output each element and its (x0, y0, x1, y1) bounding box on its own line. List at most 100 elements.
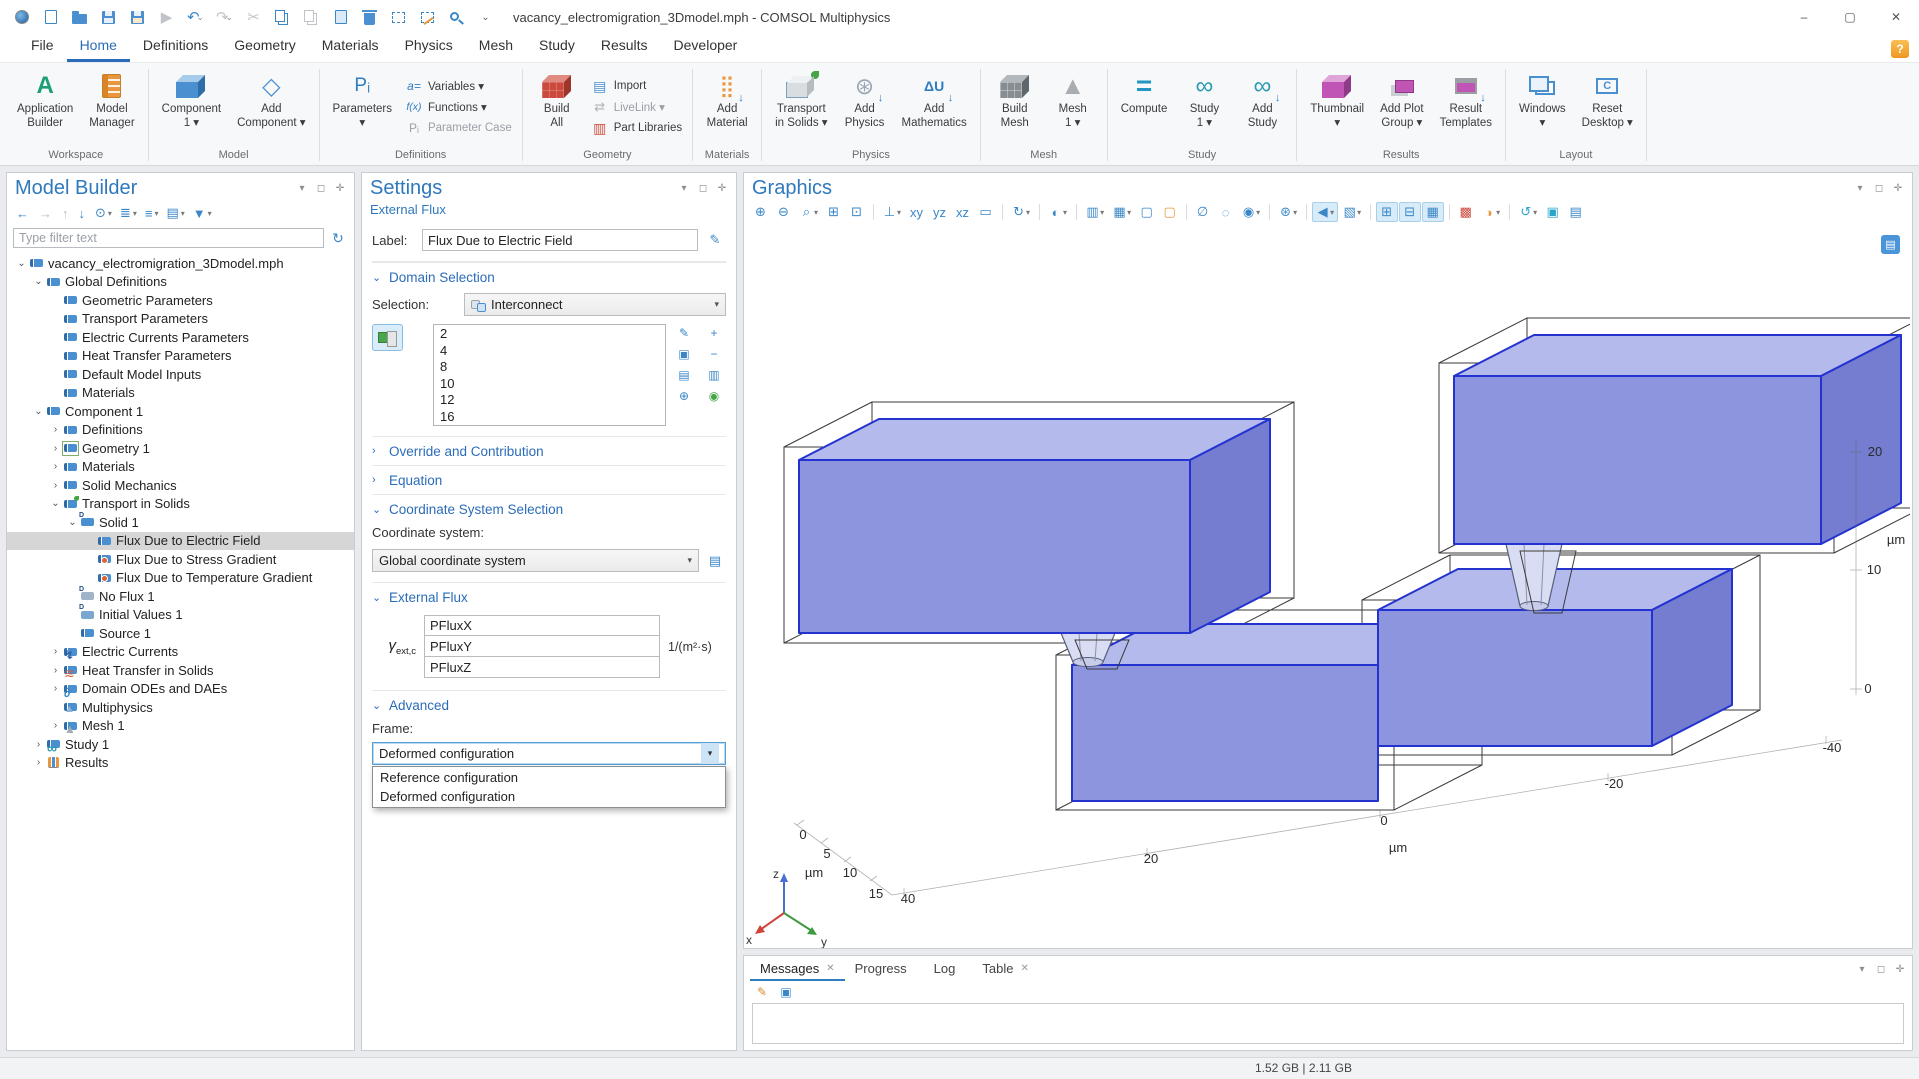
tree-item[interactable]: Flux Due to Temperature Gradient (7, 569, 354, 588)
result-templates-button[interactable]: Result Templates (1433, 67, 1499, 147)
tree-expander[interactable]: ⌄ (66, 517, 79, 528)
remove-from-selection-icon[interactable]: − (704, 345, 724, 363)
show-hidden-icon[interactable]: ◌ (1215, 202, 1237, 222)
maximize-button[interactable]: ▢ (1827, 0, 1873, 34)
pad-upper-right[interactable] (1454, 335, 1901, 544)
pad-upper-left[interactable] (799, 419, 1270, 633)
application-builder-button[interactable]: Application Builder (10, 67, 80, 147)
hide-selected-icon[interactable]: ∅ (1192, 202, 1214, 222)
clear-selection-icon[interactable]: ▢ (1159, 202, 1181, 222)
create-selection-icon[interactable]: ✎ (674, 324, 694, 342)
selection-color-icon[interactable]: ▩ (1455, 202, 1477, 222)
tree-expander[interactable]: ⌄ (15, 258, 28, 269)
scene-light-icon[interactable]: ◐▾ (1045, 202, 1071, 222)
expand-all-icon[interactable]: ≣▾ (117, 204, 140, 222)
flux-x-input[interactable] (424, 615, 660, 636)
tree-item[interactable]: ⌄ Global Definitions (7, 273, 354, 292)
go-to-xz-view-icon[interactable]: xz (952, 202, 974, 222)
tree-item[interactable]: Initial Values 1 (7, 606, 354, 625)
tree-item[interactable]: Flux Due to Stress Gradient (7, 550, 354, 569)
environment-icon[interactable]: ▧▾ (1339, 202, 1365, 222)
menu-tab-study[interactable]: Study (526, 33, 588, 62)
move-up-icon[interactable]: ↑ (59, 205, 74, 222)
menu-tab-definitions[interactable]: Definitions (130, 33, 221, 62)
dock-graphics-icon[interactable]: ⊞ (1376, 202, 1398, 222)
tree-item[interactable]: › Electric Currents (7, 643, 354, 662)
rotate-view-icon[interactable]: ↻▾ (1008, 202, 1034, 222)
close-button[interactable]: ✕ (1873, 0, 1919, 34)
close-tab-icon[interactable]: ✕ (826, 963, 834, 974)
update-plot-icon[interactable]: ↺▾ (1515, 202, 1541, 222)
open-file-icon[interactable] (66, 4, 93, 30)
label-input[interactable] (422, 229, 698, 251)
windows-button[interactable]: Windows ▾ (1512, 67, 1573, 147)
zoom-box-icon[interactable]: ⌕▾ (796, 202, 822, 222)
tree-expander[interactable]: › (49, 720, 62, 731)
import-button[interactable]: Import (591, 77, 682, 95)
sound-icon[interactable]: ◀▾ (1312, 202, 1338, 222)
pin-panel-icon[interactable]: ✛ (334, 183, 346, 194)
float-panel-icon[interactable]: ◻ (1875, 964, 1887, 975)
component-1-button[interactable]: Component 1 ▾ (155, 67, 228, 147)
section-coordinate-system[interactable]: ⌄ Coordinate System Selection (372, 494, 726, 523)
graphics-canvas[interactable]: 20 µm 10 0 -40 -20 0 µm 20 40 0 5 (744, 225, 1912, 948)
tree-item[interactable]: › Solid Mechanics (7, 476, 354, 495)
color-theme-icon[interactable]: ◑▾ (1478, 202, 1504, 222)
zoom-out-icon[interactable]: ⊖ (773, 202, 795, 222)
print-icon[interactable]: ▤ (1565, 202, 1587, 222)
section-override[interactable]: › Override and Contribution (372, 436, 726, 465)
add-study-button[interactable]: Add Study (1234, 67, 1290, 147)
minimize-button[interactable]: – (1781, 0, 1827, 34)
float-panel-icon[interactable]: ◻ (697, 183, 709, 194)
go-back-icon[interactable]: ← (13, 205, 34, 222)
domain-list-item[interactable]: 8 (434, 359, 665, 376)
frame-dropdown[interactable]: Deformed configuration ▾ (372, 742, 726, 765)
tree-item[interactable]: ⌄ Transport in Solids (7, 495, 354, 514)
tree-expander[interactable]: › (49, 443, 62, 454)
tree-expander[interactable]: › (49, 480, 62, 491)
zoom-extents-icon[interactable]: ⊞ (823, 202, 845, 222)
move-down-icon[interactable]: ↓ (76, 205, 91, 222)
interconnect-bar-right[interactable] (1378, 569, 1732, 746)
copy-selection-icon[interactable]: ▣ (674, 345, 694, 363)
tree-item[interactable]: Geometric Parameters (7, 291, 354, 310)
delete-icon[interactable] (356, 4, 383, 30)
select-objects-icon[interactable]: ▢ (1136, 202, 1158, 222)
tree-expander[interactable]: ⌄ (49, 498, 62, 509)
panel-menu-icon[interactable]: ▾ (678, 183, 690, 194)
tree-item[interactable]: ⌄ vacancy_electromigration_3Dmodel.mph (7, 254, 354, 273)
clear-selection-box-icon[interactable] (414, 4, 441, 30)
menu-tab-home[interactable]: Home (67, 33, 130, 62)
tree-item[interactable]: Default Model Inputs (7, 365, 354, 384)
tree-filter-input[interactable] (13, 228, 324, 248)
snapshot-icon[interactable]: ▥▾ (1082, 202, 1108, 222)
menu-tab-geometry[interactable]: Geometry (221, 33, 308, 62)
zoom-to-selection-icon[interactable]: ⊡ (846, 202, 868, 222)
reset-desktop-button[interactable]: Reset Desktop ▾ (1575, 67, 1640, 147)
report-icon[interactable]: ✎ (752, 983, 772, 1001)
tree-item[interactable]: Multiphysics (7, 698, 354, 717)
tree-item[interactable]: ⌄ Solid 1 (7, 513, 354, 532)
save-icon[interactable] (95, 4, 122, 30)
tab-progress[interactable]: Progress (845, 957, 924, 981)
build-all-button[interactable]: Build All (529, 67, 585, 147)
tree-expander[interactable]: › (49, 424, 62, 435)
go-to-yz-view-icon[interactable]: yz (929, 202, 951, 222)
pin-panel-icon[interactable]: ✛ (1892, 183, 1904, 194)
screenshot-icon[interactable]: ▣ (1542, 202, 1564, 222)
tree-expander[interactable]: ⌄ (32, 406, 45, 417)
dropdown-option[interactable]: Reference configuration (374, 768, 724, 787)
visibility-icon[interactable]: ◉ (704, 387, 724, 405)
duplicate-icon[interactable] (327, 4, 354, 30)
find-icon[interactable] (443, 4, 470, 30)
paste-selection-icon[interactable]: ▤ (674, 366, 694, 384)
tree-item[interactable]: › Results (7, 754, 354, 773)
tree-expander[interactable]: › (49, 646, 62, 657)
menu-tab-physics[interactable]: Physics (392, 33, 466, 62)
tree-item[interactable]: No Flux 1 (7, 587, 354, 606)
menu-tab-developer[interactable]: Developer (661, 33, 751, 62)
pin-panel-icon[interactable]: ✛ (716, 183, 728, 194)
tab-table[interactable]: Table ✕ (972, 957, 1038, 981)
add-physics-button[interactable]: Add Physics (837, 67, 893, 147)
go-to-xy-view-icon[interactable]: xy (906, 202, 928, 222)
